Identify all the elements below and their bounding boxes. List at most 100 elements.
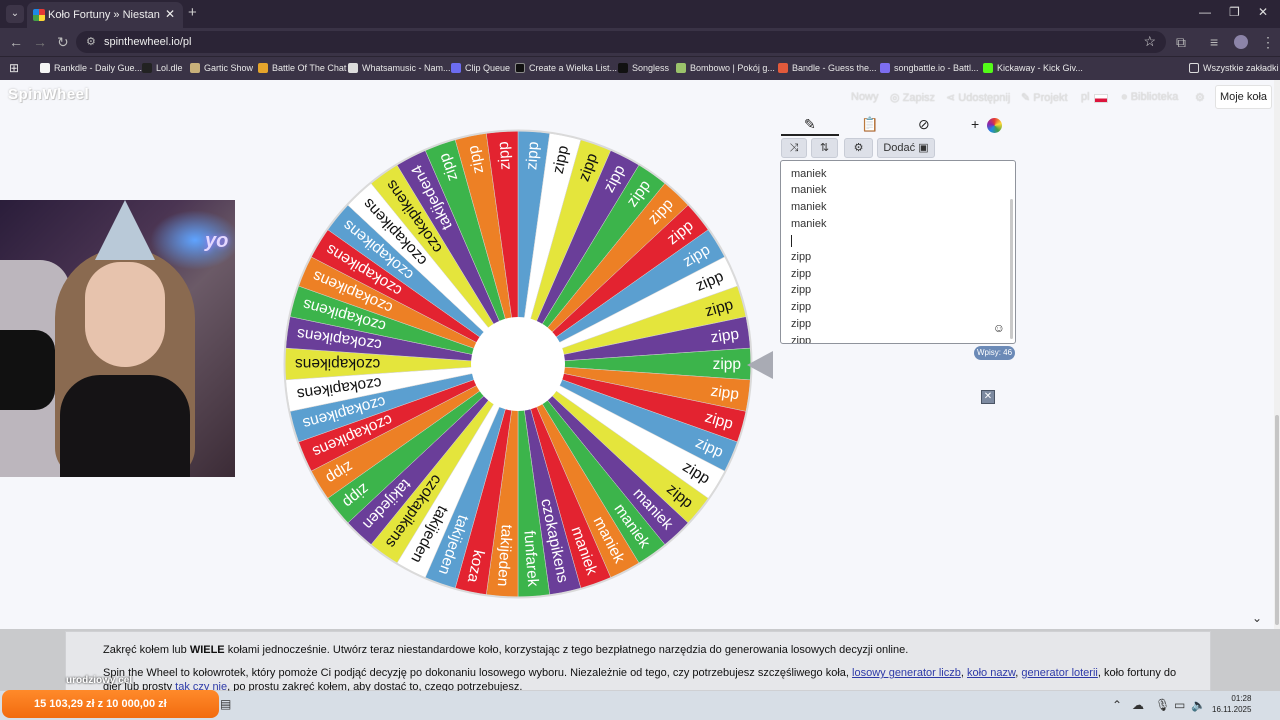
entry-line: zipp bbox=[791, 301, 812, 313]
all-bookmarks-folder[interactable]: Wszystkie zakładki bbox=[1189, 63, 1279, 73]
bookmarks-bar: ⊞ Rankdle - Daily Gue... Lol.dle Gartic … bbox=[0, 56, 1280, 80]
webcam-person-face bbox=[85, 262, 165, 367]
entry-line: maniek bbox=[791, 168, 827, 180]
minimize-button[interactable]: — bbox=[1199, 5, 1211, 19]
tab-title: Koło Fortuny » Niestandardowy bbox=[48, 9, 160, 21]
bookmark-star-icon[interactable]: ☆ bbox=[1143, 33, 1156, 50]
webcam-overlay: yo bbox=[0, 200, 235, 477]
hide-eye-icon[interactable]: ⊘ bbox=[918, 116, 930, 133]
color-palette-icon[interactable] bbox=[987, 118, 1002, 133]
settings-button[interactable]: ⚙ bbox=[844, 138, 873, 158]
tab-list-button[interactable]: ⌄ bbox=[6, 5, 24, 23]
shuffle-button[interactable]: ⤨ bbox=[781, 138, 807, 158]
apps-grid-icon[interactable]: ⊞ bbox=[9, 61, 19, 75]
bookmark-item[interactable]: Battle Of The Chat bbox=[258, 63, 346, 73]
nav-language[interactable]: pl bbox=[1081, 91, 1090, 103]
browser-titlebar: ⌄ Koło Fortuny » Niestandardowy ✕ + — ❐ … bbox=[0, 0, 1280, 28]
bookmark-item[interactable]: Whatsamusic - Nam... bbox=[348, 63, 451, 73]
reload-icon[interactable]: ↻ bbox=[57, 34, 69, 51]
extensions-icon[interactable]: ⧉ bbox=[1176, 34, 1186, 51]
info-box: Zakręć kołem lub WIELE kołami jednocześn… bbox=[65, 631, 1211, 693]
wheel-segment-label: zipp bbox=[713, 356, 741, 373]
neon-sign: yo bbox=[205, 230, 229, 252]
bookmark-item[interactable]: Create a Wielka List... bbox=[515, 63, 617, 73]
entries-textarea[interactable]: maniek maniek maniek maniek zipp zipp zi… bbox=[780, 160, 1016, 344]
close-window-button[interactable]: ✕ bbox=[1258, 5, 1268, 19]
entries-scrollbar[interactable] bbox=[1010, 199, 1013, 339]
back-icon[interactable]: ← bbox=[9, 34, 23, 50]
sort-button[interactable]: ⇅ bbox=[811, 138, 838, 158]
new-tab-button[interactable]: + bbox=[188, 4, 197, 21]
profile-avatar[interactable] bbox=[1234, 35, 1248, 49]
nav-library[interactable]: ● Biblioteka bbox=[1121, 91, 1178, 103]
link-name-wheel[interactable]: koło nazw bbox=[967, 667, 1015, 679]
nav-new[interactable]: Nowy bbox=[851, 91, 879, 103]
bookmark-item[interactable]: Clip Queue bbox=[451, 63, 510, 73]
chevron-down-icon[interactable]: ⌄ bbox=[1252, 611, 1262, 625]
wheel-segment-label: zipp bbox=[523, 141, 542, 171]
taskbar-clock[interactable]: 01:28 16.11.2025 bbox=[1212, 693, 1251, 715]
editor-tabs: ✎ 📋 ⊘ + bbox=[781, 113, 1015, 137]
site-info-icon[interactable]: ⚙ bbox=[86, 35, 96, 48]
bookmark-item[interactable]: songbattle.io - Battl... bbox=[880, 63, 979, 73]
bookmark-item[interactable]: Lol.dle bbox=[142, 63, 183, 73]
browser-menu-icon[interactable]: ⋮ bbox=[1261, 34, 1275, 51]
scroll-thumb[interactable] bbox=[1275, 415, 1279, 625]
url-text: spinthewheel.io/pl bbox=[104, 36, 192, 48]
bookmark-item[interactable]: Bombowo | Pokój g... bbox=[676, 63, 775, 73]
page-scrollbar[interactable] bbox=[1274, 80, 1280, 629]
text-caret bbox=[791, 235, 792, 247]
entry-line: maniek bbox=[791, 218, 827, 230]
bookmark-item[interactable]: Gartic Show bbox=[190, 63, 253, 73]
globe-icon: ● bbox=[1121, 91, 1131, 103]
settings-gear-icon[interactable]: ⚙ bbox=[1195, 91, 1205, 104]
add-image-label: Dodać bbox=[883, 142, 916, 154]
site-logo[interactable]: SpinWheel bbox=[8, 86, 89, 103]
volume-icon[interactable]: 🔈 bbox=[1191, 698, 1206, 712]
link-random-number-generator[interactable]: losowy generator liczb bbox=[852, 667, 961, 679]
media-icon[interactable]: ≡ bbox=[1210, 34, 1218, 50]
wheel-center[interactable] bbox=[471, 317, 565, 411]
browser-toolbar: ← → ↻ ⚙ spinthewheel.io/pl ☆ ⧉ ≡ ⋮ bbox=[0, 28, 1280, 56]
donation-goal-bar: 15 103,29 zł z 10 000,00 zł (151,03%) bbox=[2, 690, 219, 718]
restore-button[interactable]: ❐ bbox=[1229, 5, 1240, 19]
wheel-segment-label: czokapikens bbox=[295, 355, 381, 372]
clock-date: 16.11.2025 bbox=[1212, 705, 1252, 714]
edit-pencil-icon[interactable]: ✎ bbox=[804, 116, 816, 133]
address-bar[interactable]: ⚙ spinthewheel.io/pl ☆ bbox=[76, 31, 1166, 53]
forward-icon[interactable]: → bbox=[33, 34, 47, 50]
tab-close-icon[interactable]: ✕ bbox=[165, 7, 175, 21]
info-line-1: Zakręć kołem lub WIELE kołami jednocześn… bbox=[103, 644, 909, 656]
gear-icon: ⚙ bbox=[853, 142, 864, 154]
browser-tab[interactable]: Koło Fortuny » Niestandardowy ✕ bbox=[27, 2, 183, 28]
link-lottery-generator[interactable]: generator loterii bbox=[1021, 667, 1097, 679]
emoji-icon[interactable]: ☺ bbox=[993, 321, 1005, 335]
spin-wheel[interactable]: zipp zipp zipp zippzippzippzippzippzippzipp… bbox=[283, 129, 753, 599]
bookmark-item[interactable]: Rankdle - Daily Gue... bbox=[40, 63, 142, 73]
nav-design[interactable]: ✎ Projekt bbox=[1021, 91, 1068, 104]
clipboard-icon[interactable]: 📋 bbox=[861, 116, 878, 133]
sort-icon: ⇅ bbox=[819, 142, 830, 154]
nav-save[interactable]: ◎ Zapisz bbox=[890, 91, 935, 104]
party-hat-icon bbox=[95, 200, 155, 260]
nav-share[interactable]: ⋖ Udostępnij bbox=[946, 91, 1010, 104]
add-image-button[interactable]: Dodać ▣ bbox=[877, 138, 935, 158]
my-wheels-button[interactable]: Moje koła bbox=[1215, 85, 1272, 109]
tab-favicon-icon bbox=[33, 9, 45, 21]
entry-line: zipp bbox=[791, 284, 812, 296]
cloud-icon[interactable]: ☁ bbox=[1132, 698, 1144, 712]
tray-chevron-up-icon[interactable]: ⌃ bbox=[1112, 698, 1122, 712]
bookmark-item[interactable]: Bandle - Guess the... bbox=[778, 63, 877, 73]
add-plus-icon[interactable]: + bbox=[971, 116, 979, 132]
close-ad-button[interactable]: ✕ bbox=[981, 390, 995, 404]
info-line-2: Spin the Wheel to kołowrotek, który pomo… bbox=[103, 667, 1177, 693]
microphone-icon[interactable]: 🎙 bbox=[1155, 698, 1170, 712]
clock-time: 01:28 bbox=[1231, 694, 1252, 703]
share-icon: ⋖ bbox=[946, 92, 959, 104]
bookmark-item[interactable]: Kickaway - Kick Giv... bbox=[983, 63, 1083, 73]
webcam-microphone bbox=[0, 330, 55, 410]
taskbar-app-icon[interactable]: ▤ bbox=[220, 697, 231, 711]
bookmark-item[interactable]: Songless bbox=[618, 63, 669, 73]
network-icon[interactable]: ▭ bbox=[1174, 698, 1185, 712]
polish-flag-icon bbox=[1094, 94, 1108, 103]
